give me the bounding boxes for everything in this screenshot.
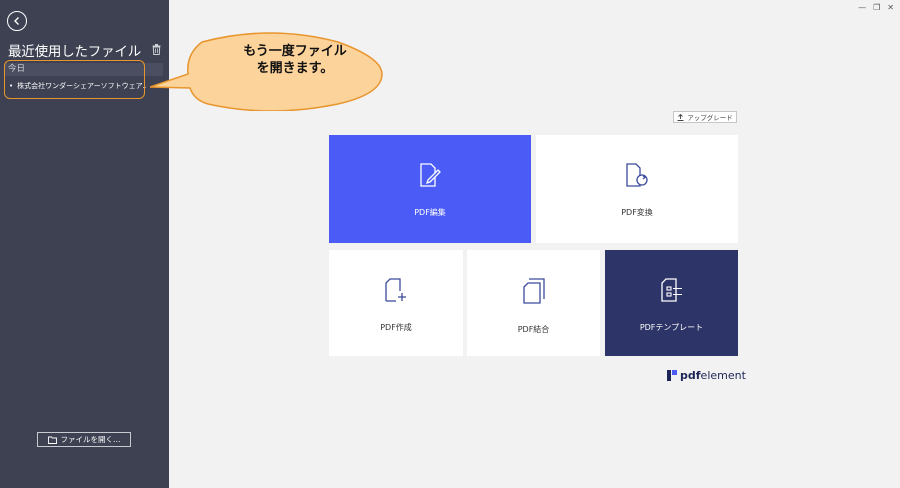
upgrade-icon (677, 113, 684, 121)
edit-document-icon (420, 163, 441, 187)
recent-files-title: 最近使用したファイル (8, 44, 141, 60)
open-file-label: ファイルを開く… (60, 435, 121, 444)
back-button[interactable] (7, 11, 27, 31)
tile-pdf-convert[interactable]: PDF変換 (536, 135, 738, 243)
combine-documents-icon (522, 278, 545, 304)
callout-text: もう一度ファイル を開きます。 (215, 43, 375, 77)
folder-icon (47, 436, 57, 444)
open-file-button[interactable]: ファイルを開く… (37, 432, 131, 447)
tile-label: PDFテンプレート (639, 323, 704, 332)
sidebar: 最近使用したファイル 今日 • 株式会社ワンダーシェアーソフトウェア... ファイ… (0, 0, 169, 488)
window-controls: — ❐ ✕ (858, 3, 894, 12)
callout-line-1: もう一度ファイル (243, 44, 347, 59)
minimize-icon[interactable]: — (858, 3, 866, 12)
close-icon[interactable]: ✕ (887, 3, 894, 12)
tile-label: PDF結合 (517, 325, 550, 334)
tile-pdf-create[interactable]: PDF作成 (329, 250, 463, 356)
logo-text-light: element (700, 369, 746, 382)
tile-label: PDF変換 (621, 208, 653, 217)
tile-pdf-template[interactable]: PDFテンプレート (605, 250, 738, 356)
create-document-icon (385, 278, 406, 302)
callout-line-2: を開きます。 (256, 61, 334, 76)
template-icon (660, 278, 682, 302)
tile-pdf-edit[interactable]: PDF編集 (329, 135, 531, 243)
highlight-frame (4, 60, 145, 99)
trash-icon[interactable] (151, 44, 161, 55)
convert-document-icon (626, 163, 648, 187)
back-arrow-icon (14, 17, 19, 25)
restore-icon[interactable]: ❐ (873, 3, 880, 12)
upgrade-label: アップグレード (687, 114, 733, 122)
upgrade-button[interactable]: アップグレード (673, 111, 737, 123)
pdfelement-logo: pdfelement (667, 369, 746, 382)
pdfelement-logo-icon (667, 370, 677, 381)
tile-pdf-combine[interactable]: PDF結合 (467, 250, 600, 356)
logo-text-bold: pdf (680, 369, 701, 382)
tile-label: PDF作成 (380, 323, 412, 332)
tile-label: PDF編集 (414, 208, 446, 217)
